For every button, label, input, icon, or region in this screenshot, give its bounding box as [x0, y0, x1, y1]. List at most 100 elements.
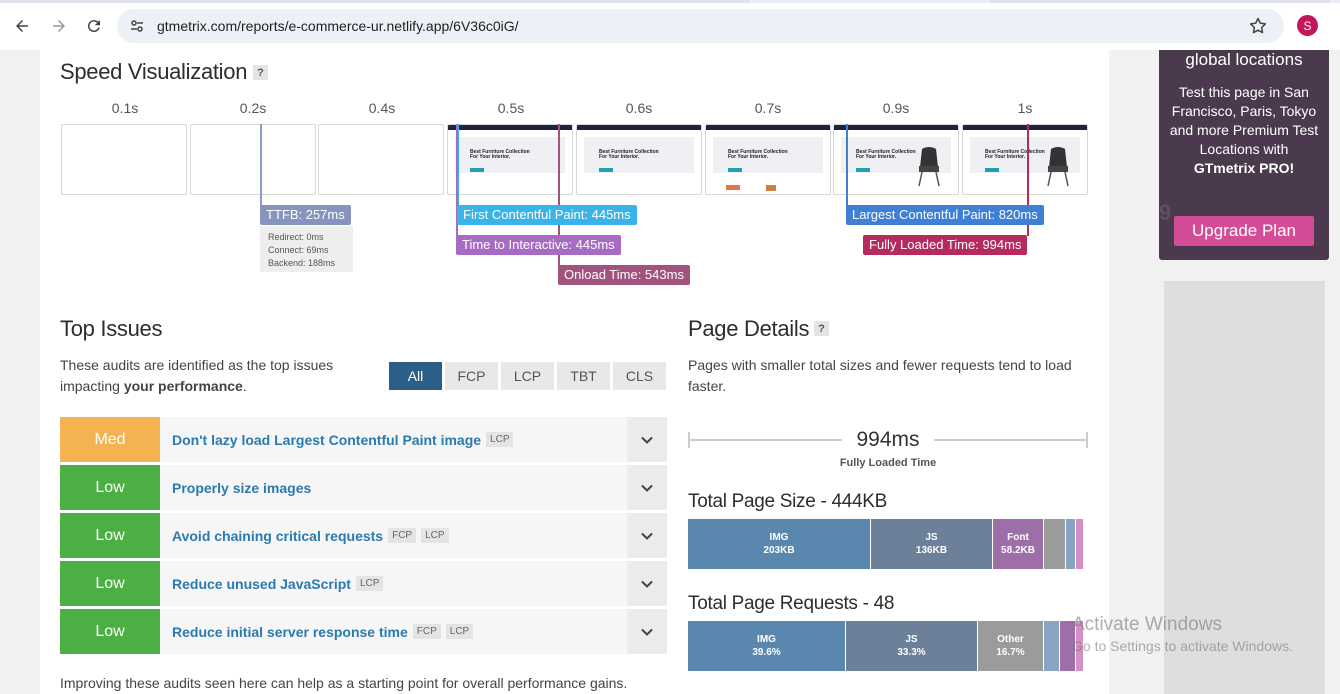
lcp-marker: Largest Contentful Paint: 820ms — [846, 205, 1044, 225]
reload-icon — [87, 20, 100, 33]
filter-lcp[interactable]: LCP — [501, 362, 554, 390]
issue-title[interactable]: Reduce unused JavaScript LCP — [172, 561, 384, 606]
filmstrip-frame-blank[interactable] — [190, 124, 316, 195]
issue-row[interactable]: Low Avoid chaining critical requests FCP L… — [60, 513, 667, 558]
frame-navbar — [706, 125, 830, 130]
redirect-time: Redirect: 0ms — [268, 232, 324, 242]
filmstrip-frame[interactable]: Best Furniture Collection For Your Inter… — [705, 124, 831, 195]
issue-title-text: Properly size images — [172, 479, 312, 496]
segment-value: 203KB — [763, 545, 795, 556]
issue-row[interactable]: Low Reduce unused JavaScript LCP — [60, 561, 667, 606]
filmstrip-frame[interactable]: Best Furniture Collection For Your Inter… — [833, 124, 959, 195]
expand-button[interactable] — [627, 513, 667, 558]
fully-loaded-value: 994ms — [856, 428, 920, 451]
issue-title-text: Avoid chaining critical requests — [172, 527, 384, 544]
promo-text-emphasis: GTmetrix PRO! — [1193, 160, 1295, 176]
issue-row[interactable]: Low Properly size images — [60, 465, 667, 510]
time-label: 0.2s — [239, 100, 267, 116]
site-info-icon[interactable] — [129, 18, 145, 34]
promo-decoration: 9​​​​​ — [1159, 200, 1172, 225]
segment-value: 33.3% — [897, 647, 926, 658]
upgrade-plan-button[interactable]: Upgrade Plan — [1174, 216, 1314, 246]
issue-title-text: Reduce unused JavaScript — [172, 575, 351, 592]
expand-button[interactable] — [627, 561, 667, 606]
watermark-subtitle: Go to Settings to activate Windows. — [1072, 638, 1293, 654]
issue-title[interactable]: Reduce initial server response time FCP LC… — [172, 609, 474, 654]
frame-navbar — [963, 125, 1087, 130]
frame-brand-logo — [726, 185, 740, 190]
ttfb-marker: TTFB: 257ms — [260, 205, 351, 225]
filmstrip-frame-blank[interactable] — [61, 124, 187, 195]
expand-button[interactable] — [627, 417, 667, 462]
top-issues-description: These audits are identified as the top i… — [60, 355, 360, 397]
page-details-help-icon[interactable]: ? — [814, 321, 829, 336]
fcp-marker: First Contentful Paint: 445ms — [457, 205, 637, 225]
time-label: 0.4s — [368, 100, 396, 116]
time-label: 0.1s — [111, 100, 139, 116]
backend-time: Backend: 188ms — [268, 258, 336, 268]
frame-navbar — [577, 125, 701, 130]
size-segment-js: JS 136KB — [871, 519, 992, 569]
bookmark-star-icon[interactable] — [1248, 16, 1268, 36]
onload-marker: Onload Time: 543ms — [558, 265, 690, 285]
frame-brand-logo — [766, 185, 776, 191]
filmstrip-frame[interactable]: Best Furniture Collection For Your Inter… — [447, 124, 573, 195]
issue-title[interactable]: Properly size images — [172, 465, 311, 510]
page-details-description: Pages with smaller total sizes and fewer… — [688, 357, 1072, 394]
filter-cls[interactable]: CLS — [613, 362, 666, 390]
requests-segment-small — [1044, 621, 1059, 671]
tti-marker: Time to Interactive: 445ms — [456, 235, 621, 255]
arrow-left-icon — [16, 20, 28, 32]
issue-tag: LCP — [445, 624, 474, 639]
issue-tag: FCP — [412, 624, 441, 639]
frame-hero-text: Best Furniture Collection For Your Inter… — [856, 149, 916, 160]
issue-tag: FCP — [388, 528, 417, 543]
frame-navbar — [448, 125, 572, 130]
segment-name: JS — [905, 634, 918, 645]
frame-hero-button — [599, 168, 613, 172]
issue-tag: LCP — [421, 528, 449, 543]
expand-button[interactable] — [627, 465, 667, 510]
segment-value: 16.7% — [996, 647, 1025, 658]
frame-hero-text: Best Furniture Collection For Your Inter… — [985, 149, 1045, 160]
time-label: 0.7s — [754, 100, 782, 116]
segment-name: IMG — [757, 634, 776, 645]
expand-button[interactable] — [627, 609, 667, 654]
filmstrip-frame[interactable]: Best Furniture Collection For Your Inter… — [962, 124, 1088, 195]
filmstrip-frame[interactable]: Best Furniture Collection For Your Inter… — [576, 124, 702, 195]
issue-row[interactable]: Low Reduce initial server response time F… — [60, 609, 667, 654]
segment-value: 39.6% — [752, 647, 781, 658]
fully-loaded-marker: Fully Loaded Time: 994ms — [863, 235, 1028, 255]
issue-title-text: Don't lazy load Largest Contentful Paint… — [172, 431, 482, 448]
back-button[interactable] — [9, 13, 35, 39]
frame-hero-text: Best Furniture Collection For Your Inter… — [599, 149, 659, 160]
issue-title[interactable]: Don't lazy load Largest Contentful Paint… — [172, 417, 514, 462]
description-text: . — [242, 378, 247, 394]
promo-text-body: Test this page in San Francisco, Paris, … — [1169, 84, 1319, 157]
filter-fcp[interactable]: FCP — [445, 362, 498, 390]
requests-segment-img: IMG 39.6% — [688, 621, 845, 671]
filmstrip-frame-blank[interactable] — [318, 124, 444, 195]
time-label: 0.9s — [882, 100, 910, 116]
filter-all[interactable]: All — [389, 362, 442, 390]
lcp-marker-line — [846, 124, 848, 206]
speed-visualization-help-icon[interactable]: ? — [253, 65, 268, 80]
profile-avatar[interactable]: S — [1297, 15, 1318, 36]
address-bar[interactable]: gtmetrix.com/reports/e-commerce-ur.netli… — [117, 9, 1284, 43]
reload-button[interactable] — [81, 13, 107, 39]
filter-tbt[interactable]: TBT — [557, 362, 610, 390]
forward-button[interactable] — [46, 13, 72, 39]
severity-badge: Low — [60, 609, 160, 654]
frame-navbar — [834, 125, 958, 130]
inactive-tab-edge — [990, 0, 1330, 3]
fully-loaded-scale-line — [934, 439, 1088, 441]
size-segment-small — [1076, 519, 1083, 569]
frame-hero-text: Best Furniture Collection For Your Inter… — [728, 149, 788, 160]
issue-title[interactable]: Avoid chaining critical requests FCP LCP — [172, 513, 449, 558]
issue-row[interactable]: Med Don't lazy load Largest Contentful P… — [60, 417, 667, 462]
activate-windows-watermark: Activate Windows Go to Settings to activ… — [1072, 614, 1293, 654]
segment-name: Font — [1007, 532, 1029, 543]
time-label: 0.5s — [497, 100, 525, 116]
frame-hero-text: Best Furniture Collection For Your Inter… — [470, 149, 530, 160]
browser-toolbar: gtmetrix.com/reports/e-commerce-ur.netli… — [0, 0, 1340, 50]
